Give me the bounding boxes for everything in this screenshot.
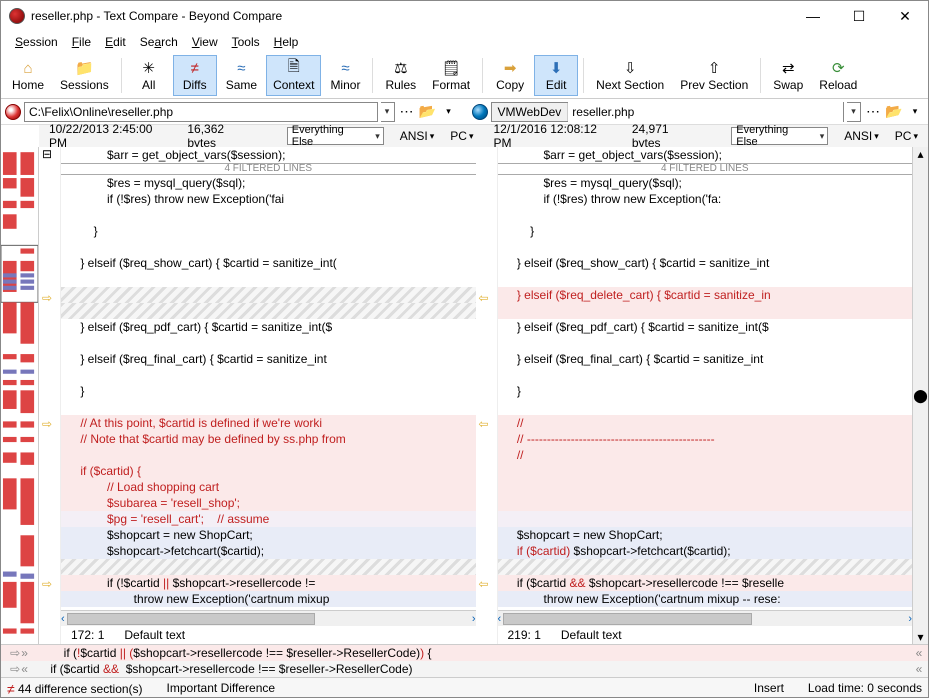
insert-label: Insert	[754, 681, 784, 695]
right-path-dropdown[interactable]: ▾	[847, 102, 861, 122]
sessions-button[interactable]: 📁Sessions	[53, 55, 116, 96]
merge-line2: if ($cartid && $shopcart->resellercode !…	[37, 662, 910, 676]
left-gutter: ⊟ ⇨ ⇨ ⇨	[39, 147, 61, 644]
right-gutter: ⇦ ⇦ ⇦	[476, 147, 498, 644]
same-button[interactable]: ≈Same	[219, 55, 264, 96]
left-open-folder-button[interactable]: 📂	[419, 103, 437, 121]
left-pos-text: Default text	[114, 628, 195, 642]
diffs-button[interactable]: ≠Diffs	[173, 55, 217, 96]
context-icon: 🗎	[284, 59, 304, 77]
right-cursor-pos: 219: 1	[498, 628, 551, 642]
right-path-input[interactable]	[568, 102, 843, 122]
all-button[interactable]: ✳All	[127, 55, 171, 96]
merge-panel: ⇨» if (!$cartid || ($shopcart->resellerc…	[1, 644, 928, 677]
rules-icon: ⚖	[391, 59, 411, 77]
arrow-right-icon: ➡	[500, 59, 520, 77]
bullet-icon: ⬤	[913, 388, 928, 404]
context-button[interactable]: 🗎Context	[266, 55, 321, 96]
work-area: ⊟ ⇨ ⇨ ⇨ $arr = get_object_vars($session)…	[1, 147, 928, 644]
copy-button[interactable]: ➡Copy	[488, 55, 532, 96]
maximize-button[interactable]: ☐	[836, 1, 882, 31]
notequal-icon: ≠	[185, 59, 205, 77]
right-pos-row: 219: 1 Default text	[498, 626, 913, 644]
right-hscrollbar[interactable]: ‹›	[498, 610, 913, 626]
approx-icon: ≈	[231, 59, 251, 77]
format-icon: 🗒	[441, 59, 461, 77]
prev-icon: ⇧	[704, 59, 724, 77]
important-diff-label: Important Difference	[167, 681, 276, 695]
right-open-folder-button[interactable]: 📂	[885, 103, 903, 121]
minimize-button[interactable]: —	[790, 1, 836, 31]
load-time: Load time: 0 seconds	[808, 681, 922, 695]
prev-section-button[interactable]: ⇧Prev Section	[673, 55, 755, 96]
vscrollbar[interactable]: ▴ ⬤ ▾	[912, 147, 928, 644]
arrow-down-icon: ⬇	[546, 59, 566, 77]
left-bytes: 16,362 bytes	[187, 122, 254, 150]
right-lineend: PC	[895, 129, 912, 143]
right-folder-drop[interactable]: ▾	[906, 103, 924, 121]
left-pos-row: 172: 1 Default text	[61, 626, 476, 644]
right-mode-combo[interactable]: Everything Else	[731, 127, 828, 145]
asterisk-icon: ✳	[139, 59, 159, 77]
notequal-status-icon: ≠	[7, 681, 15, 697]
diff-count: 44 difference section(s)	[18, 682, 143, 696]
right-enc: ANSI	[844, 129, 872, 143]
right-bytes: 24,971 bytes	[632, 122, 699, 150]
format-button[interactable]: 🗒Format	[425, 55, 477, 96]
approx2-icon: ≈	[335, 59, 355, 77]
left-enc: ANSI	[400, 129, 428, 143]
left-path-input[interactable]	[24, 102, 378, 122]
diff-thumbnail[interactable]	[1, 147, 39, 644]
left-path-control[interactable]: ⋯	[398, 103, 416, 121]
right-timestamp: 12/1/2016 12:08:12 PM	[494, 122, 616, 150]
titlebar: reseller.php - Text Compare - Beyond Com…	[1, 1, 928, 31]
caret-up-icon: ▴	[917, 147, 923, 161]
right-server-icon	[472, 104, 488, 120]
right-path-control[interactable]: ⋯	[864, 103, 882, 121]
close-button[interactable]: ✕	[882, 1, 928, 31]
menu-search[interactable]: Search	[134, 33, 184, 51]
left-path-dropdown[interactable]: ▾	[381, 102, 395, 122]
left-folder-drop[interactable]: ▾	[440, 103, 458, 121]
edit-button[interactable]: ⬇Edit	[534, 55, 578, 96]
swap-icon: ⇄	[778, 59, 798, 77]
window-title: reseller.php - Text Compare - Beyond Com…	[31, 9, 790, 23]
left-cursor-pos: 172: 1	[61, 628, 114, 642]
menu-help[interactable]: Help	[268, 33, 305, 51]
next-icon: ⇩	[620, 59, 640, 77]
folder-icon: 📁	[74, 59, 94, 77]
reload-icon: ⟳	[828, 59, 848, 77]
next-section-button[interactable]: ⇩Next Section	[589, 55, 671, 96]
status-bar: ≠ 44 difference section(s) Important Dif…	[1, 677, 928, 697]
left-timestamp: 10/22/2013 2:45:00 PM	[49, 122, 171, 150]
menu-file[interactable]: File	[66, 33, 97, 51]
reload-button[interactable]: ⟳Reload	[812, 55, 864, 96]
left-lineend: PC	[450, 129, 467, 143]
home-icon: ⌂	[18, 59, 38, 77]
app-icon	[9, 8, 25, 24]
stats-row: 10/22/2013 2:45:00 PM 16,362 bytes Every…	[1, 125, 928, 147]
menu-session[interactable]: Session	[9, 33, 64, 51]
caret-down-icon: ▾	[917, 630, 923, 644]
left-mode-combo[interactable]: Everything Else	[287, 127, 384, 145]
menu-tools[interactable]: Tools	[226, 33, 266, 51]
left-file-icon	[5, 104, 21, 120]
left-code-pane[interactable]: $arr = get_object_vars($session);4 FILTE…	[61, 147, 476, 644]
home-button[interactable]: ⌂Home	[5, 55, 51, 96]
right-code-pane[interactable]: $arr = get_object_vars($session);4 FILTE…	[498, 147, 913, 644]
menu-edit[interactable]: Edit	[99, 33, 132, 51]
right-pos-text: Default text	[551, 628, 632, 642]
merge-line1: if (!$cartid || ($shopcart->resellercode…	[37, 646, 910, 660]
right-server-label: VMWebDev	[492, 103, 569, 121]
left-hscrollbar[interactable]: ‹›	[61, 610, 476, 626]
menubar: Session File Edit Search View Tools Help	[1, 31, 928, 53]
swap-button[interactable]: ⇄Swap	[766, 55, 810, 96]
toolbar: ⌂Home 📁Sessions ✳All ≠Diffs ≈Same 🗎Conte…	[1, 53, 928, 99]
menu-view[interactable]: View	[186, 33, 224, 51]
rules-button[interactable]: ⚖Rules	[378, 55, 423, 96]
minor-button[interactable]: ≈Minor	[323, 55, 367, 96]
